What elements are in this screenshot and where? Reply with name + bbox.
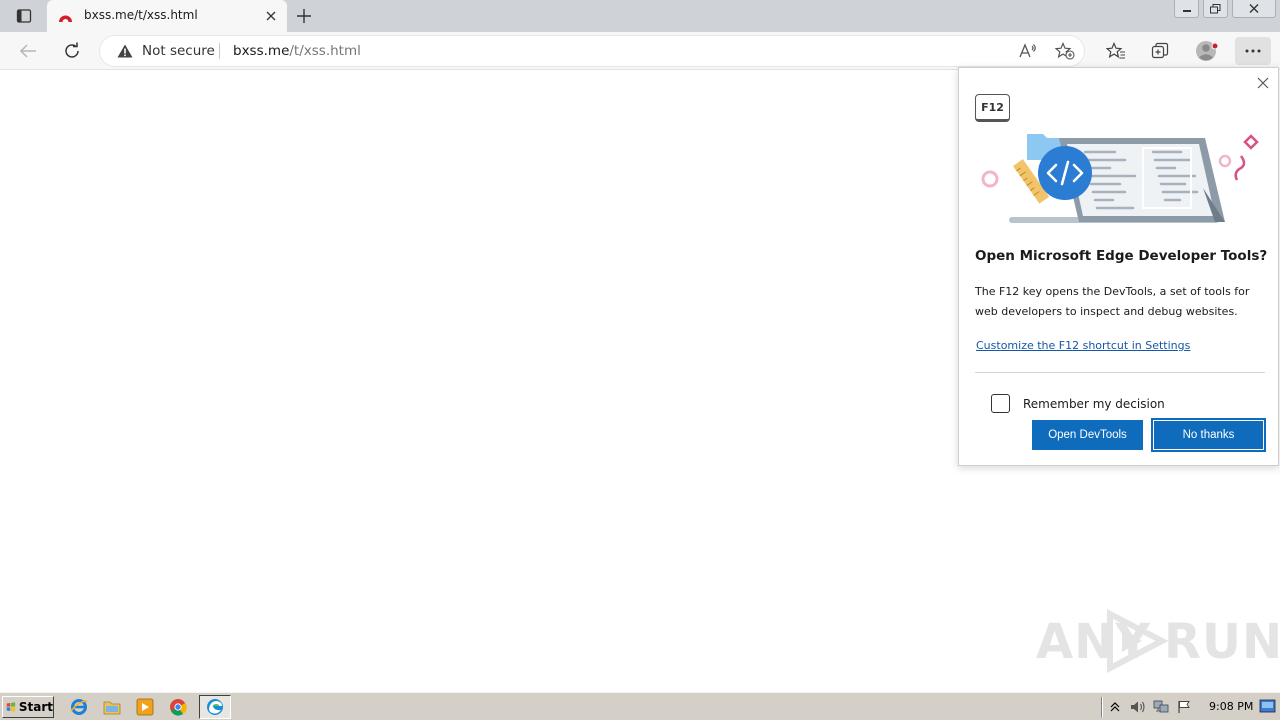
customize-shortcut-link[interactable]: Customize the F12 shortcut in Settings [976,339,1190,352]
tab-strip: bxss.me/t/xss.html [0,0,1280,32]
address-separator [219,43,220,59]
collections-icon [1151,42,1169,59]
start-label: Start [18,700,53,714]
devtools-illustration [981,134,1259,223]
window-close-button[interactable] [1232,0,1276,18]
tab-title: bxss.me/t/xss.html [84,8,198,22]
play-logo-icon [1107,609,1168,673]
flag-icon [1178,701,1190,713]
site-favicon-icon [59,15,72,22]
collections-button[interactable] [1145,37,1175,65]
dialog-description: The F12 key opens the DevTools, a set of… [975,285,1250,318]
plus-icon [297,9,311,23]
start-button[interactable]: Start [2,696,54,718]
refresh-icon [65,42,79,58]
devtools-prompt-dialog: F12 Open Microsoft Edge Developer Tools?… [958,67,1279,466]
action-center-button[interactable] [1176,699,1192,715]
chrome-icon[interactable] [167,696,189,718]
system-tray [1107,696,1199,718]
taskbar-clock[interactable]: 9:08 PM [1209,700,1253,713]
speaker-icon [1131,701,1145,713]
tab-actions-icon [16,9,32,23]
remember-decision-checkbox[interactable] [991,394,1010,413]
more-dots-icon [1245,49,1261,53]
close-icon [266,11,276,21]
back-arrow-icon [19,44,36,58]
media-player-icon[interactable] [134,696,156,718]
quick-launch-bar [68,696,200,718]
close-icon [1249,4,1259,13]
active-tab[interactable]: bxss.me/t/xss.html [47,0,287,32]
minimize-button[interactable] [1174,0,1199,18]
anyrun-watermark: ANY RUN [1036,606,1280,676]
settings-more-button[interactable] [1235,37,1271,65]
warning-icon [117,44,133,58]
edge-icon [207,699,223,715]
star-add-icon [1055,42,1075,60]
read-aloud-icon [1019,43,1036,58]
network-icon [1153,700,1169,713]
restore-icon [1210,3,1221,13]
read-aloud-button[interactable] [1017,41,1039,61]
remember-decision-label[interactable]: Remember my decision [1023,397,1165,411]
window-controls [1174,0,1280,20]
favorites-button[interactable] [1101,37,1131,65]
browser-toolbar: Not secure bxss.me/t/xss.html [0,32,1280,70]
f12-key-badge: F12 [975,94,1010,122]
profile-button[interactable] [1192,37,1222,65]
no-thanks-button[interactable]: No thanks [1151,418,1266,452]
open-devtools-button[interactable]: Open DevTools [1032,420,1143,450]
url-host: bxss.me [233,43,290,59]
taskbar: Start 9:08 PM [0,692,1280,720]
url-path: /t/xss.html [289,43,361,59]
tray-expand-button[interactable] [1107,699,1123,715]
dialog-divider [975,372,1265,373]
show-desktop-icon [1259,699,1276,713]
minimize-icon [1182,9,1191,12]
chevron-up-icon [1110,702,1120,712]
url-text[interactable]: bxss.me/t/xss.html [233,43,361,59]
avatar-icon [1196,41,1219,61]
close-icon [1257,77,1269,89]
address-bar[interactable]: Not secure bxss.me/t/xss.html [100,36,1084,66]
tab-close-button[interactable] [263,8,279,24]
restore-button[interactable] [1203,0,1228,18]
back-button[interactable] [13,37,43,65]
refresh-button[interactable] [57,37,87,65]
windows-logo-icon [6,702,16,712]
security-status[interactable]: Not secure [142,43,215,59]
favorites-icon [1106,42,1125,59]
new-tab-button[interactable] [293,6,315,26]
dialog-title: Open Microsoft Edge Developer Tools? [975,248,1268,264]
add-favorite-button[interactable] [1054,41,1076,61]
volume-button[interactable] [1130,699,1146,715]
tray-separator [1101,697,1103,717]
show-desktop-button[interactable] [1259,698,1276,715]
edge-taskbar-button[interactable] [199,695,231,719]
tab-actions-button[interactable] [12,6,36,26]
folder-icon[interactable] [101,696,123,718]
watermark-text-right: RUN [1164,614,1280,670]
ie-icon[interactable] [68,696,90,718]
network-button[interactable] [1153,699,1169,715]
dialog-close-button[interactable] [1254,74,1272,92]
